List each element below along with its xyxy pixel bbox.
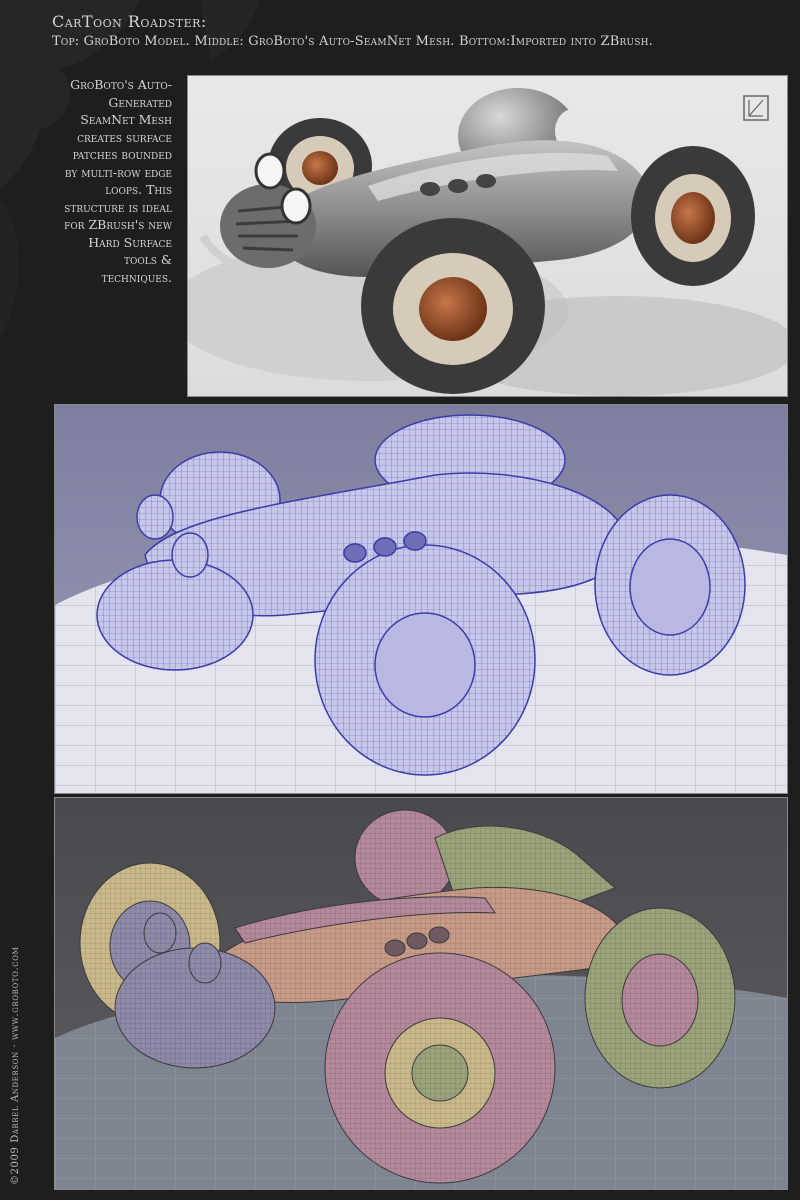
- car-render-top: [188, 76, 787, 396]
- description-line: loops. This: [105, 182, 172, 197]
- panel-zbrush-import: [54, 797, 788, 1190]
- panel-groboto-model: [187, 75, 788, 397]
- car-mesh-middle: [55, 405, 787, 793]
- description-line: for ZBrush's new: [64, 217, 172, 232]
- header: CarToon Roadster: Top: GroBoto Model. Mi…: [52, 12, 653, 49]
- copyright-credit: ©2009 Darrel Anderson · www.groboto.com: [10, 946, 21, 1185]
- description-line: tools &: [123, 252, 172, 267]
- description-line: structure is ideal: [64, 199, 172, 215]
- description-line: techniques.: [101, 269, 172, 285]
- page-title: CarToon Roadster:: [52, 12, 207, 31]
- car-zbrush-bottom: [55, 798, 787, 1189]
- description-line: by multi-row edge: [64, 164, 172, 180]
- description-line: Hard Surface: [88, 234, 172, 250]
- description-line: patches bounded: [72, 147, 172, 162]
- description: GroBoto's Auto- Generated SeamNet Mesh c…: [20, 76, 172, 286]
- description-line: GroBoto's Auto-: [70, 77, 172, 92]
- description-line: Generated: [108, 94, 172, 110]
- page-subtitle: Top: GroBoto Model. Middle: GroBoto's Au…: [52, 34, 654, 49]
- panel-seamnet-mesh: [54, 404, 788, 794]
- description-line: SeamNet Mesh: [80, 112, 172, 127]
- description-line: creates surface: [77, 129, 172, 145]
